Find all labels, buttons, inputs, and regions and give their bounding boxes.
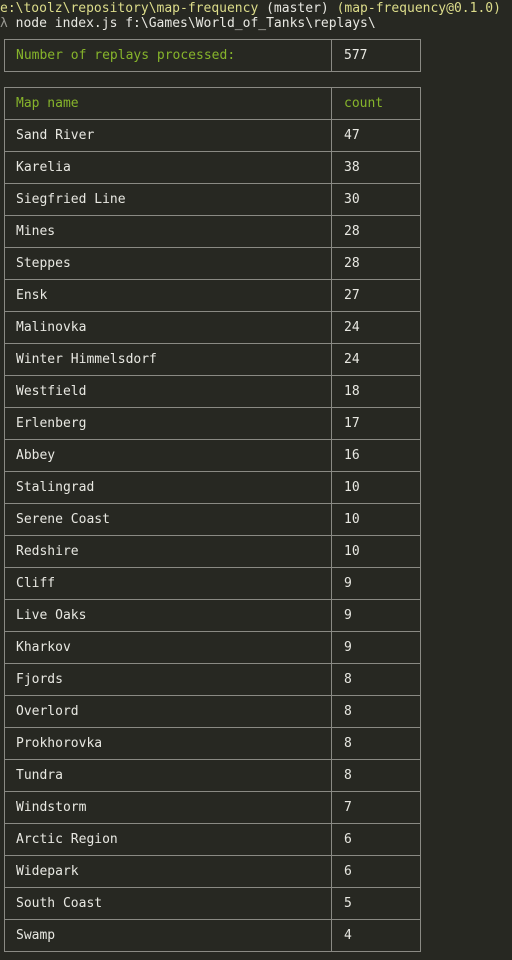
count-cell: 24 <box>331 343 421 376</box>
count-cell: 9 <box>331 631 421 664</box>
table-row: Serene Coast 10 <box>4 503 421 536</box>
map-name-cell: Widepark <box>4 855 332 888</box>
table-row: Cliff 9 <box>4 567 421 600</box>
table-row: Live Oaks 9 <box>4 599 421 632</box>
count-cell: 7 <box>331 791 421 824</box>
map-name-cell: Karelia <box>4 151 332 184</box>
table-row: Malinovka 24 <box>4 311 421 344</box>
header-count: count <box>331 87 421 120</box>
summary-value: 577 <box>331 39 421 72</box>
header-map-name: Map name <box>4 87 332 120</box>
map-name-cell: Cliff <box>4 567 332 600</box>
map-name-cell: Fjords <box>4 663 332 696</box>
table-row: Erlenberg 17 <box>4 407 421 440</box>
map-name-cell: Serene Coast <box>4 503 332 536</box>
table-row: Abbey 16 <box>4 439 421 472</box>
count-cell: 4 <box>331 919 421 952</box>
count-cell: 10 <box>331 503 421 536</box>
table-body: Sand River 47 Karelia 38 Siegfried Line 30 Min… <box>4 119 421 952</box>
table-row: Siegfried Line 30 <box>4 183 421 216</box>
count-cell: 24 <box>331 311 421 344</box>
table-row: Kharkov 9 <box>4 631 421 664</box>
table-row: Swamp 4 <box>4 919 421 952</box>
table-row: South Coast 5 <box>4 887 421 920</box>
map-name-cell: Redshire <box>4 535 332 568</box>
map-name-cell: Live Oaks <box>4 599 332 632</box>
table-row: Prokhorovka 8 <box>4 727 421 760</box>
map-name-cell: Overlord <box>4 695 332 728</box>
map-name-cell: Abbey <box>4 439 332 472</box>
table-row: Stalingrad 10 <box>4 471 421 504</box>
count-cell: 8 <box>331 695 421 728</box>
table-row: Fjords 8 <box>4 663 421 696</box>
table-row: Westfield 18 <box>4 375 421 408</box>
working-directory: e:\toolz\repository\map-frequency <box>0 1 259 16</box>
table-row: Winter Himmelsdorf 24 <box>4 343 421 376</box>
map-name-cell: Stalingrad <box>4 471 332 504</box>
map-name-cell: Arctic Region <box>4 823 332 856</box>
table-row: Overlord 8 <box>4 695 421 728</box>
table-row: Tundra 8 <box>4 759 421 792</box>
summary-label: Number of replays processed: <box>4 39 332 72</box>
table-row: Arctic Region 6 <box>4 823 421 856</box>
count-cell: 47 <box>331 119 421 152</box>
map-name-cell: Tundra <box>4 759 332 792</box>
map-name-cell: Erlenberg <box>4 407 332 440</box>
table-row: Windstorm 7 <box>4 791 421 824</box>
map-name-cell: Ensk <box>4 279 332 312</box>
table-row: Widepark 6 <box>4 855 421 888</box>
count-cell: 28 <box>331 215 421 248</box>
map-name-cell: Siegfried Line <box>4 183 332 216</box>
count-cell: 8 <box>331 727 421 760</box>
count-cell: 17 <box>331 407 421 440</box>
table-row: Redshire 10 <box>4 535 421 568</box>
table-row: Sand River 47 <box>4 119 421 152</box>
count-cell: 27 <box>331 279 421 312</box>
count-cell: 28 <box>331 247 421 280</box>
table-row: Ensk 27 <box>4 279 421 312</box>
package-version: (map-frequency@0.1.0) <box>336 1 501 16</box>
map-name-cell: Westfield <box>4 375 332 408</box>
map-name-cell: Mines <box>4 215 332 248</box>
count-cell: 10 <box>331 535 421 568</box>
map-name-cell: Sand River <box>4 119 332 152</box>
count-cell: 5 <box>331 887 421 920</box>
table-row: Steppes 28 <box>4 247 421 280</box>
map-name-cell: Swamp <box>4 919 332 952</box>
map-name-cell: Malinovka <box>4 311 332 344</box>
count-cell: 16 <box>331 439 421 472</box>
command-line[interactable]: λ node index.js f:\Games\World_of_Tanks\… <box>0 16 376 32</box>
table-row: Karelia 38 <box>4 151 421 184</box>
map-frequency-table: Map name count Sand River 47 Karelia 38 Sieg… <box>4 87 421 952</box>
map-name-cell: Kharkov <box>4 631 332 664</box>
table-header-row: Map name count <box>4 87 421 120</box>
count-cell: 6 <box>331 855 421 888</box>
count-cell: 9 <box>331 567 421 600</box>
count-cell: 9 <box>331 599 421 632</box>
map-name-cell: Steppes <box>4 247 332 280</box>
map-name-cell: South Coast <box>4 887 332 920</box>
command-text: node index.js f:\Games\World_of_Tanks\re… <box>15 16 376 31</box>
count-cell: 10 <box>331 471 421 504</box>
prompt-line: e:\toolz\repository\map-frequency (maste… <box>0 1 501 17</box>
git-branch: (master) <box>266 1 329 16</box>
prompt-lambda-icon: λ <box>0 16 8 31</box>
table-row: Mines 28 <box>4 215 421 248</box>
count-cell: 8 <box>331 663 421 696</box>
summary-table: Number of replays processed: 577 <box>4 39 421 72</box>
map-name-cell: Winter Himmelsdorf <box>4 343 332 376</box>
count-cell: 38 <box>331 151 421 184</box>
count-cell: 6 <box>331 823 421 856</box>
map-name-cell: Prokhorovka <box>4 727 332 760</box>
count-cell: 18 <box>331 375 421 408</box>
map-name-cell: Windstorm <box>4 791 332 824</box>
summary-row: Number of replays processed: 577 <box>4 39 421 72</box>
count-cell: 8 <box>331 759 421 792</box>
count-cell: 30 <box>331 183 421 216</box>
